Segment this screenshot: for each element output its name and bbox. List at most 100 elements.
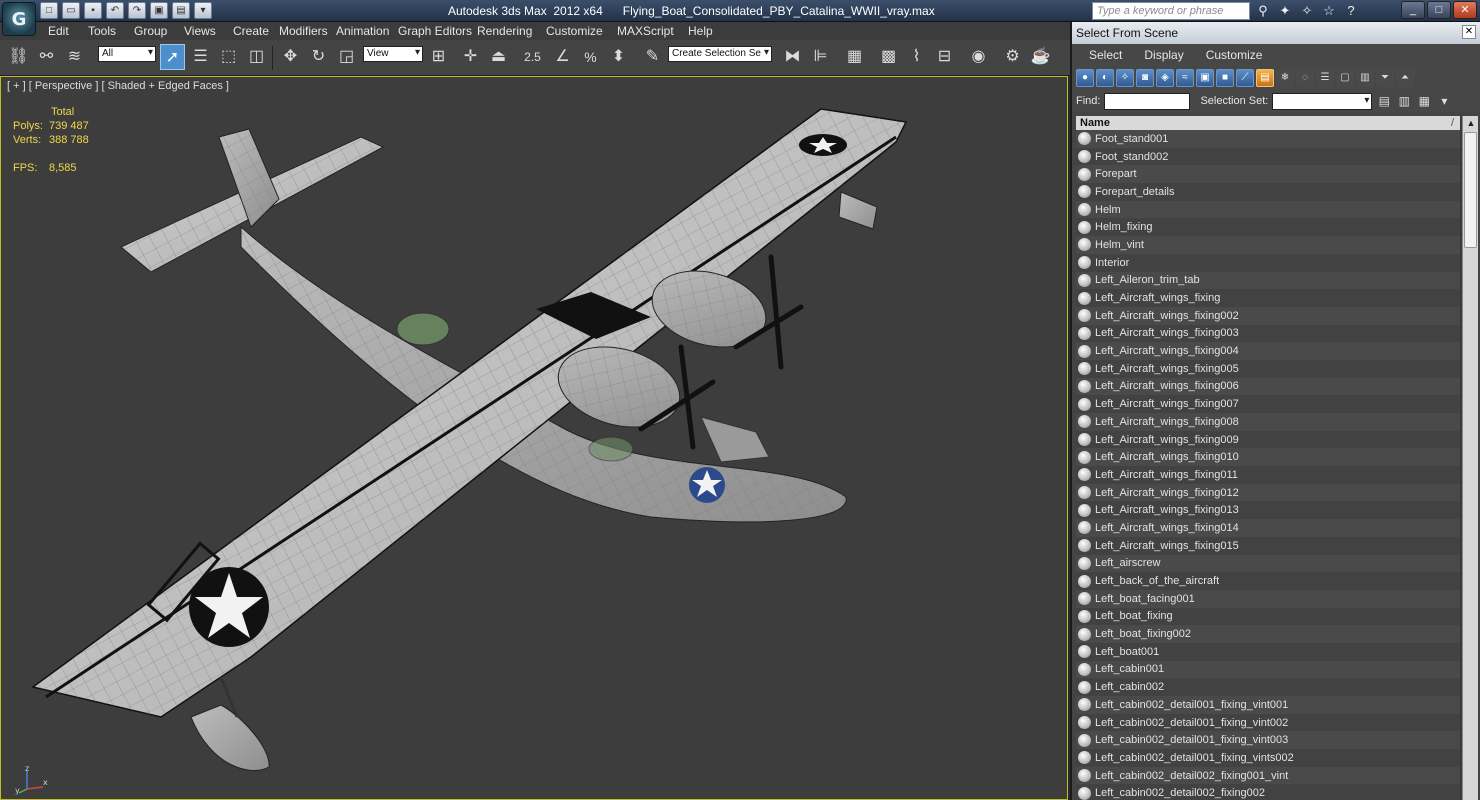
list-item[interactable]: Left_Aircraft_wings_fixing011 bbox=[1076, 466, 1460, 484]
list-item[interactable]: Left_Aircraft_wings_fixing009 bbox=[1076, 430, 1460, 449]
select-by-name-icon[interactable]: ☰ bbox=[188, 44, 213, 70]
list-item[interactable]: Left_Aircraft_wings_fixing003 bbox=[1076, 324, 1460, 343]
quick-access-dropdown-icon[interactable]: ▾ bbox=[194, 2, 212, 19]
select-and-link-icon[interactable]: ⛓ bbox=[6, 44, 31, 70]
unlink-selection-icon[interactable]: ⚯ bbox=[34, 44, 59, 70]
menu-tools[interactable]: Tools bbox=[88, 24, 116, 38]
menu-help[interactable]: Help bbox=[688, 24, 713, 38]
application-menu-button[interactable]: G bbox=[2, 2, 36, 36]
dialog-menu-customize[interactable]: Customize bbox=[1195, 48, 1274, 62]
spinner-snap-icon[interactable]: ⬍ bbox=[606, 44, 631, 70]
bones-filter-icon[interactable]: ⟋ bbox=[1236, 69, 1254, 87]
geometry-filter-icon[interactable]: ● bbox=[1076, 69, 1094, 87]
menu-create[interactable]: Create bbox=[233, 24, 269, 38]
perspective-viewport[interactable]: [ + ] [ Perspective ] [ Shaded + Edged F… bbox=[0, 76, 1068, 800]
hidden-filter-icon[interactable]: ◌ bbox=[1296, 69, 1314, 87]
selection-set-dropdown[interactable] bbox=[1272, 92, 1373, 110]
select-and-rotate-icon[interactable]: ↻ bbox=[306, 44, 331, 70]
scene-object-list[interactable]: Name Foot_stand001Foot_stand002ForepartF… bbox=[1076, 116, 1478, 800]
list-item[interactable]: Helm_vint bbox=[1076, 236, 1460, 254]
list-item[interactable]: Left_Aircraft_wings_fixing008 bbox=[1076, 413, 1460, 431]
scroll-up-arrow-icon[interactable]: ▲ bbox=[1463, 116, 1478, 130]
communication-icon[interactable]: ✧ bbox=[1298, 3, 1316, 19]
find-input[interactable] bbox=[1104, 92, 1191, 110]
list-item[interactable]: Left_Aircraft_wings_fixing bbox=[1076, 289, 1460, 307]
list-item[interactable]: Left_boat_fixing002 bbox=[1076, 625, 1460, 643]
list-item[interactable]: Left_back_of_the_aircraft bbox=[1076, 572, 1460, 590]
favorites-star-icon[interactable]: ☆ bbox=[1320, 3, 1338, 19]
menu-modifiers[interactable]: Modifiers bbox=[279, 24, 328, 38]
select-all-icon[interactable]: ▢ bbox=[1336, 69, 1354, 87]
scroll-thumb[interactable] bbox=[1464, 132, 1477, 248]
dialog-menu-display[interactable]: Display bbox=[1133, 48, 1194, 62]
render-setup-icon[interactable]: ⚙ bbox=[1000, 44, 1025, 70]
list-item[interactable]: Left_boat_fixing bbox=[1076, 607, 1460, 626]
list-item[interactable]: Foot_stand001 bbox=[1076, 130, 1460, 148]
name-column-header[interactable]: Name bbox=[1076, 116, 1460, 130]
menu-edit[interactable]: Edit bbox=[48, 24, 69, 38]
project-folder-icon[interactable]: ▤ bbox=[172, 2, 190, 19]
material-editor-icon[interactable]: ◉ bbox=[966, 44, 991, 70]
menu-customize[interactable]: Customize bbox=[546, 24, 603, 38]
menu-rendering[interactable]: Rendering bbox=[477, 24, 532, 38]
manipulate-icon[interactable]: ✛ bbox=[458, 44, 483, 70]
lights-filter-icon[interactable]: ✧ bbox=[1116, 69, 1134, 87]
save-file-icon[interactable]: ▪ bbox=[84, 2, 102, 19]
select-none-icon[interactable]: ▥ bbox=[1356, 69, 1374, 87]
select-object-icon[interactable]: ➚ bbox=[160, 44, 185, 70]
rectangular-selection-icon[interactable]: ⬚ bbox=[216, 44, 241, 70]
selection-filter-dropdown[interactable]: All bbox=[98, 46, 156, 62]
list-item[interactable]: Left_airscrew bbox=[1076, 554, 1460, 573]
pivot-center-icon[interactable]: ⊞ bbox=[426, 44, 451, 70]
list-item[interactable]: Left_Aircraft_wings_fixing007 bbox=[1076, 395, 1460, 413]
list-item[interactable]: Left_Aileron_trim_tab bbox=[1076, 271, 1460, 290]
open-file-icon[interactable]: ▭ bbox=[62, 2, 80, 19]
angle-snap-icon[interactable]: ∠ bbox=[550, 44, 575, 70]
panel-options-chevron-icon[interactable]: ▾ bbox=[1436, 93, 1452, 109]
minimize-button[interactable]: _ bbox=[1401, 1, 1425, 19]
containers-filter-icon[interactable]: ▤ bbox=[1256, 69, 1274, 87]
list-item[interactable]: Left_Aircraft_wings_fixing005 bbox=[1076, 359, 1460, 378]
helpers-filter-icon[interactable]: ◈ bbox=[1156, 69, 1174, 87]
list-item[interactable]: Left_cabin002_detail001_fixing_vint003 bbox=[1076, 731, 1460, 750]
list-item[interactable]: Left_boat001 bbox=[1076, 642, 1460, 661]
viewport-label[interactable]: [ + ] [ Perspective ] [ Shaded + Edged F… bbox=[7, 80, 229, 92]
redo-icon[interactable]: ↷ bbox=[128, 2, 146, 19]
list-item[interactable]: Left_Aircraft_wings_fixing002 bbox=[1076, 306, 1460, 325]
close-dialog-button[interactable]: ✕ bbox=[1462, 25, 1476, 39]
list-item[interactable]: Helm bbox=[1076, 200, 1460, 219]
schematic-view-icon[interactable]: ⊟ bbox=[932, 44, 957, 70]
help-icon[interactable]: ? bbox=[1342, 3, 1360, 19]
create-selection-set-icon[interactable]: ▤ bbox=[1376, 93, 1392, 109]
mirror-icon[interactable]: ⧓ bbox=[780, 44, 805, 70]
help-search-input[interactable]: Type a keyword or phrase bbox=[1092, 2, 1250, 20]
list-item[interactable]: Left_Aircraft_wings_fixing004 bbox=[1076, 342, 1460, 360]
list-item[interactable]: Helm_fixing bbox=[1076, 218, 1460, 237]
frozen-filter-icon[interactable]: ❄ bbox=[1276, 69, 1294, 87]
menu-group[interactable]: Group bbox=[134, 24, 167, 38]
list-item[interactable]: Forepart bbox=[1076, 165, 1460, 184]
menu-maxscript[interactable]: MAXScript bbox=[617, 24, 674, 38]
percent-snap-icon[interactable]: % bbox=[578, 44, 603, 70]
edit-named-selection-icon[interactable]: ✎ bbox=[640, 44, 665, 70]
space-warps-filter-icon[interactable]: ≈ bbox=[1176, 69, 1194, 87]
hold-icon[interactable]: ▣ bbox=[150, 2, 168, 19]
list-item[interactable]: Foot_stand002 bbox=[1076, 147, 1460, 166]
align-icon[interactable]: ⊫ bbox=[808, 44, 833, 70]
render-frame-window-icon[interactable]: ☕ bbox=[1028, 44, 1053, 70]
select-and-scale-icon[interactable]: ◲ bbox=[334, 44, 359, 70]
list-item[interactable]: Left_Aircraft_wings_fixing014 bbox=[1076, 519, 1460, 537]
bind-to-space-warp-icon[interactable]: ≋ bbox=[62, 44, 87, 70]
list-item[interactable]: Forepart_details bbox=[1076, 183, 1460, 201]
add-to-selection-set-icon[interactable]: ▥ bbox=[1396, 93, 1412, 109]
list-item[interactable]: Left_cabin001 bbox=[1076, 660, 1460, 679]
binoculars-icon[interactable]: ⚲ bbox=[1254, 3, 1272, 19]
list-item[interactable]: Left_boat_facing001 bbox=[1076, 589, 1460, 608]
curve-editor-icon[interactable]: ⌇ bbox=[904, 44, 929, 70]
close-window-button[interactable]: ✕ bbox=[1453, 1, 1477, 19]
xrefs-filter-icon[interactable]: ■ bbox=[1216, 69, 1234, 87]
named-selection-sets-dropdown[interactable]: Create Selection Se bbox=[668, 46, 772, 62]
graphite-modeling-tools-icon[interactable]: ▩ bbox=[876, 44, 901, 70]
remove-from-selection-set-icon[interactable]: ▦ bbox=[1416, 93, 1432, 109]
list-item[interactable]: Left_cabin002_detail002_fixing001_vint bbox=[1076, 766, 1460, 785]
